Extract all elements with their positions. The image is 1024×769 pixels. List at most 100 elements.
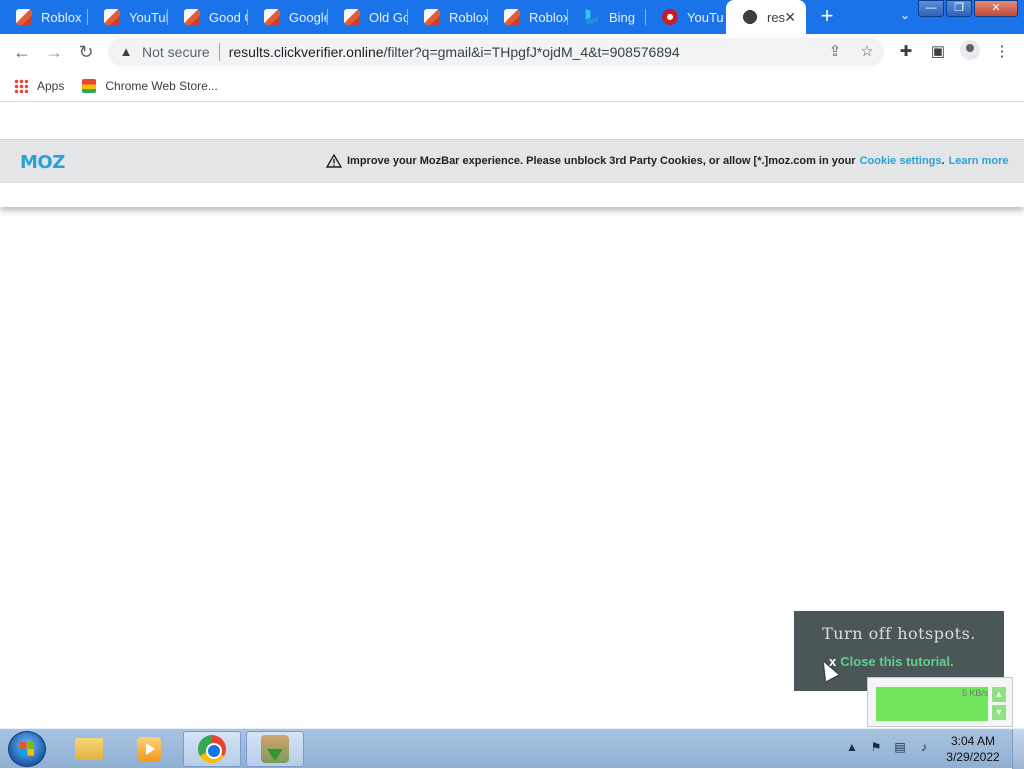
system-clock[interactable]: 3:04 AM 3/29/2022 — [940, 733, 1006, 765]
close-window-button[interactable]: ✕ — [974, 0, 1018, 17]
tab-label: Bing — [609, 9, 636, 25]
roblox-icon — [424, 9, 440, 25]
page-content: MOZ Improve your MozBar experience. Plea… — [0, 103, 1024, 728]
tutorial-title[interactable]: Turn off hotspots. — [794, 624, 1004, 643]
bookmark-label: Apps — [37, 78, 65, 93]
new-tab-button[interactable]: + — [816, 5, 838, 27]
close-tab-icon[interactable]: ✕ — [784, 9, 796, 25]
action-center-flag-icon[interactable]: ⚑ — [868, 739, 884, 755]
mozbar-message-text: Improve your MozBar experience. Please u… — [347, 155, 856, 167]
omnibox-divider — [218, 43, 220, 61]
clock-date: 3/29/2022 — [946, 750, 1000, 764]
volume-icon[interactable]: ♪ — [916, 739, 932, 755]
warning-icon[interactable]: ▲ — [118, 44, 134, 60]
close-tutorial-label: Close this tutorial. — [840, 654, 954, 669]
bookmark-label: Chrome Web Store... — [105, 78, 218, 93]
tab-label: Good C — [209, 9, 248, 25]
browser-toolbar: ← → ↻ ▲ Not secure results.clickverifier… — [0, 34, 1024, 70]
network-icon[interactable]: ▤ — [892, 739, 908, 755]
tab-youtube-1[interactable]: YouTube — [88, 0, 168, 34]
tab-old-go[interactable]: Old Go — [328, 0, 408, 34]
start-button[interactable] — [8, 731, 46, 767]
extensions-puzzle-icon[interactable]: ✚ — [894, 40, 918, 64]
apps-grid-icon — [14, 78, 28, 93]
network-speed: 5 KB/s — [962, 688, 989, 698]
chrome-icon — [198, 735, 226, 763]
maximize-button[interactable]: ❐ — [946, 0, 972, 17]
youtube-icon — [662, 9, 678, 25]
folder-icon — [75, 738, 103, 760]
taskbar-media-player[interactable] — [120, 731, 178, 767]
bookmarks-bar: Apps Chrome Web Store... — [0, 70, 1024, 102]
toolbar-actions: ✚ ▣ ⋮ — [894, 40, 1014, 64]
url-host: results.clickverifier.online — [228, 44, 384, 60]
tab-label: YouTube — [129, 9, 168, 25]
roblox-icon — [264, 9, 280, 25]
download-arrow-icon[interactable]: ▼ — [992, 705, 1006, 720]
cookie-settings-link[interactable]: Cookie settings — [860, 155, 942, 167]
tab-label: Roblox — [529, 9, 568, 25]
close-tutorial-button[interactable]: x Close this tutorial. — [829, 654, 954, 669]
media-player-icon — [137, 737, 161, 761]
download-manager-icon — [261, 735, 289, 763]
forward-arrow-icon[interactable]: → — [42, 40, 66, 64]
profile-avatar[interactable] — [958, 40, 982, 64]
bookmark-apps[interactable]: Apps — [14, 78, 65, 93]
roblox-icon — [344, 9, 360, 25]
tab-youtube-2[interactable]: YouTub — [646, 0, 724, 34]
roblox-icon — [184, 9, 200, 25]
tab-active[interactable]: res ✕ — [726, 0, 806, 34]
mozbar-banner: MOZ Improve your MozBar experience. Plea… — [0, 139, 1024, 183]
warning-triangle-icon — [326, 154, 342, 168]
menu-kebab-icon[interactable]: ⋮ — [990, 40, 1014, 64]
roblox-icon — [104, 9, 120, 25]
tab-label: YouTub — [687, 9, 724, 25]
tab-label: Roblox — [41, 9, 82, 25]
mozbar-message: Improve your MozBar experience. Please u… — [326, 154, 1008, 168]
bing-icon — [585, 9, 599, 25]
minimize-button[interactable]: — — [918, 0, 944, 17]
address-bar[interactable]: ▲ Not secure results.clickverifier.onlin… — [108, 38, 884, 66]
share-icon[interactable]: ⇪ — [826, 43, 844, 61]
tab-label: res — [767, 9, 786, 25]
moz-logo[interactable]: MOZ — [20, 152, 65, 173]
windows-taskbar: ▲ ⚑ ▤ ♪ 3:04 AM 3/29/2022 — [0, 728, 1024, 769]
tab-strip: Roblox YouTube Good C Google Old Go Robl… — [0, 0, 1024, 34]
network-meter-widget: 5 KB/s ▲ ▼ — [867, 677, 1013, 727]
roblox-icon — [504, 9, 520, 25]
taskbar-downloader[interactable] — [246, 731, 304, 767]
globe-icon — [742, 9, 758, 25]
roblox-icon — [16, 9, 32, 25]
tab-label: Roblox — [449, 9, 488, 25]
tab-label: Google — [289, 9, 328, 25]
tab-label: Old Go — [369, 9, 408, 25]
security-label[interactable]: Not secure — [142, 44, 210, 60]
learn-more-link[interactable]: Learn more — [949, 155, 1009, 167]
tab-roblox-2[interactable]: Roblox — [408, 0, 488, 34]
mozbar-period: . — [941, 155, 945, 167]
tab-bing[interactable]: Bing — [568, 0, 646, 34]
tab-roblox-3[interactable]: Roblox — [488, 0, 568, 34]
tab-good[interactable]: Good C — [168, 0, 248, 34]
tab-search-chevron-icon[interactable]: ⌄ — [896, 8, 914, 26]
system-tray: ▲ ⚑ ▤ ♪ — [844, 739, 932, 755]
side-panel-icon[interactable]: ▣ — [926, 40, 950, 64]
window-controls: — ❐ ✕ — [916, 0, 1018, 17]
chrome-web-store-icon — [82, 78, 97, 93]
omnibox-actions: ⇪ ☆ — [826, 43, 876, 61]
back-arrow-icon[interactable]: ← — [10, 40, 34, 64]
page-header-strip — [0, 183, 1024, 207]
bookmark-chrome-web-store[interactable]: Chrome Web Store... — [82, 78, 218, 93]
show-hidden-icons-arrow-icon[interactable]: ▲ — [844, 739, 860, 755]
tab-roblox-1[interactable]: Roblox — [0, 0, 88, 34]
tab-google[interactable]: Google — [248, 0, 328, 34]
taskbar-explorer[interactable] — [60, 731, 118, 767]
show-desktop-button[interactable] — [1012, 729, 1024, 769]
reload-icon[interactable]: ↻ — [74, 40, 98, 64]
bookmark-star-icon[interactable]: ☆ — [858, 43, 876, 61]
url-text[interactable]: results.clickverifier.online/filter?q=gm… — [229, 44, 680, 60]
url-path: /filter?q=gmail&i=THpgfJ*ojdM_4&t=908576… — [383, 44, 680, 60]
taskbar-chrome[interactable] — [183, 731, 241, 767]
upload-arrow-icon[interactable]: ▲ — [992, 687, 1006, 702]
clock-time: 3:04 AM — [950, 734, 996, 748]
